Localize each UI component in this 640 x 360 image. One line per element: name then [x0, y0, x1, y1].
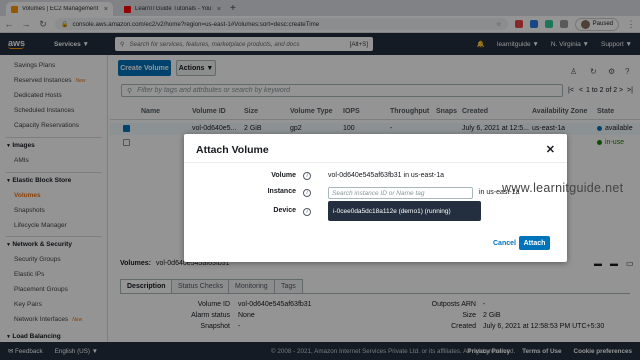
- close-icon[interactable]: ✕: [546, 143, 555, 156]
- info-icon[interactable]: i: [303, 189, 311, 197]
- instance-option[interactable]: i-0cee0da5dc18a112e (demo1) (running): [328, 201, 481, 221]
- instance-label: Instance: [267, 188, 296, 195]
- info-icon[interactable]: i: [303, 172, 311, 180]
- attach-volume-modal: Attach Volume ✕ Volume i vol-0d640e545af…: [184, 134, 567, 262]
- volume-label: Volume: [271, 172, 296, 179]
- modal-title: Attach Volume: [196, 144, 269, 156]
- device-label: Device: [273, 207, 296, 214]
- attach-button[interactable]: Attach: [519, 236, 550, 250]
- info-icon[interactable]: i: [303, 208, 311, 216]
- divider: [184, 162, 567, 163]
- watermark-text: www.learnitguide.net: [502, 181, 624, 195]
- instance-search-input[interactable]: [328, 187, 473, 199]
- volume-value: vol-0d640e545af63fb31 in us-east-1a: [328, 172, 444, 179]
- cancel-button[interactable]: Cancel: [493, 240, 516, 247]
